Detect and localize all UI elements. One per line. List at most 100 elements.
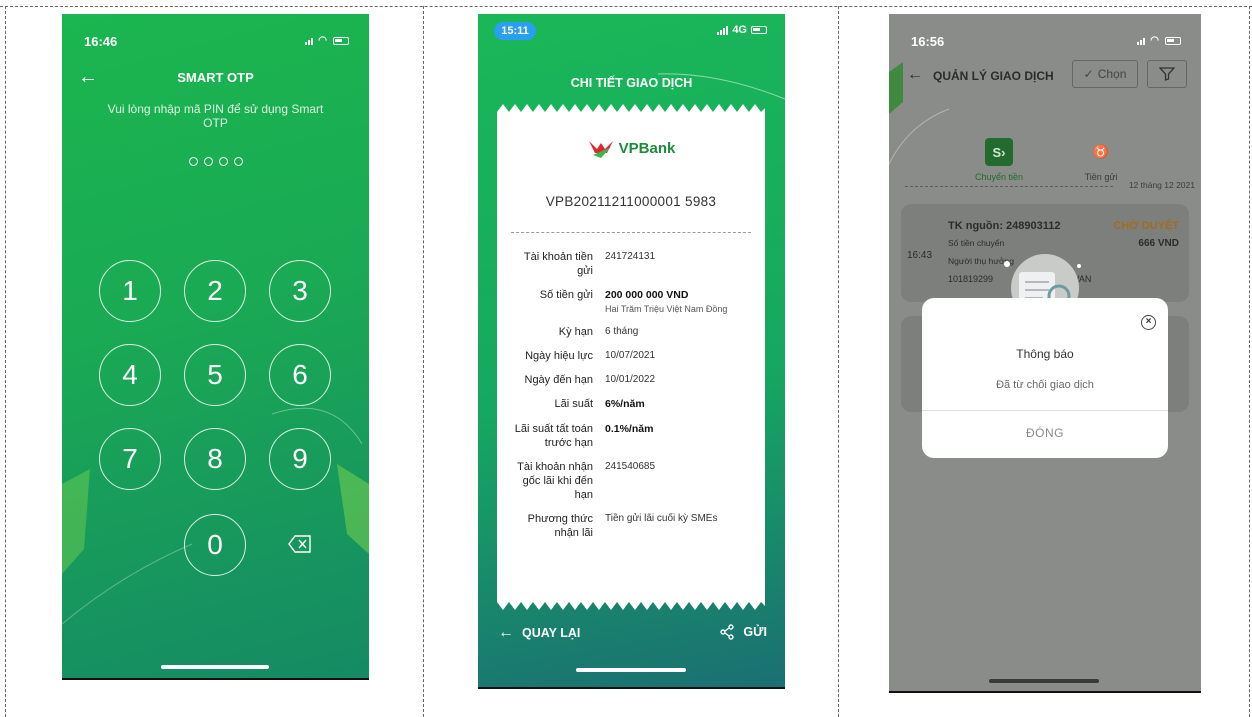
row-label: Lãi suất tất toán trước hạn [514, 423, 593, 449]
date-separator [905, 186, 1113, 187]
battery-icon [333, 36, 349, 45]
row-label: Ngày đến hạn [524, 374, 594, 386]
keypad-key-5[interactable]: 5 [184, 344, 246, 406]
keypad-key-7[interactable]: 7 [99, 428, 161, 490]
network-type: 4G [732, 24, 747, 36]
row-label: Số tiền gửi [539, 289, 593, 301]
row-value: 10/07/2021 [605, 350, 656, 361]
piggy-bank-icon: ♉ [1092, 144, 1110, 159]
table-column-border [1249, 6, 1250, 717]
transaction-receipt: VPBank VPB20211211000001 5983 Tài khoản … [497, 112, 765, 602]
signal-icon [717, 25, 729, 35]
keypad-key-2[interactable]: 2 [184, 260, 246, 322]
pin-dots [62, 157, 369, 166]
status-icons: ◠ [1137, 35, 1181, 46]
keypad-key-0[interactable]: 0 [184, 514, 246, 576]
notification-dialog: × Thông báo Đã từ chối giao dịch ĐÓNG [922, 298, 1168, 458]
detail-row: Ngày đến hạn 10/01/2022 [505, 373, 757, 387]
row-value: 241540685 [605, 461, 656, 472]
row-value: 6%/năm [605, 398, 645, 410]
back-arrow-icon: ← [498, 624, 514, 641]
home-indicator [576, 668, 686, 672]
row-value: 200 000 000 VND [605, 289, 689, 301]
row-value-group: 6%/năm [605, 397, 757, 412]
keypad-key-9[interactable]: 9 [269, 428, 331, 490]
detail-row: Ngày hiệu lực 10/07/2021 [505, 349, 757, 363]
transfer-icon: S› [985, 138, 1013, 166]
transaction-id: VPB20211211000001 5983 [545, 194, 717, 209]
back-button[interactable]: ← QUAY LẠI [498, 624, 580, 642]
receipt-edge-top [497, 104, 765, 112]
send-button[interactable]: GỬI [719, 624, 767, 640]
row-subvalue: Hai Trăm Triệu Việt Nam Đồng [605, 304, 728, 314]
keypad-key-4[interactable]: 4 [99, 344, 161, 406]
wifi-icon: ◠ [1150, 35, 1160, 46]
select-label: Chọn [1097, 67, 1127, 81]
status-time: 16:56 [911, 34, 945, 49]
bank-logo: VPBank [497, 126, 765, 170]
tab-label: Chuyển tiền [974, 172, 1024, 182]
check-icon: ✓ [1083, 67, 1094, 81]
divider [62, 678, 369, 680]
backspace-icon[interactable] [288, 535, 312, 553]
battery-icon [751, 26, 767, 34]
row-value: 241724131 [605, 251, 656, 262]
send-label: GỬI [743, 625, 767, 639]
detail-row: Số tiền gửi 200 000 000 VND Hai Trăm Tri… [505, 288, 757, 315]
row-label: Phương thức nhận lãi [527, 513, 593, 539]
row-value: 6 tháng [605, 326, 639, 337]
dialog-title: Thông báo [1016, 347, 1074, 361]
dashed-divider [511, 232, 751, 233]
keypad-key-1[interactable]: 1 [99, 260, 161, 322]
keypad-key-6[interactable]: 6 [269, 344, 331, 406]
source-account: TK nguồn: 248903112 [948, 220, 1061, 232]
pin-dot [218, 157, 228, 166]
receipt-edge-bottom [497, 602, 765, 610]
row-value-group: 0.1%/năm [605, 422, 757, 450]
table-column-border [423, 6, 424, 717]
page-title: CHI TIẾT GIAO DỊCH [570, 76, 693, 90]
status-icons: 4G [717, 24, 767, 36]
row-label: Kỳ hạn [558, 326, 593, 338]
back-arrow-icon[interactable]: ← [907, 66, 923, 84]
back-label: QUAY LẠI [522, 626, 581, 640]
status-time: 16:46 [84, 34, 118, 49]
row-value: Tiền gửi lãi cuối kỳ SMEs [605, 513, 718, 524]
keypad-key-3[interactable]: 3 [269, 260, 331, 322]
status-badge: CHỜ DUYỆT [1113, 220, 1179, 232]
battery-icon [1165, 36, 1181, 45]
filter-button[interactable] [1147, 60, 1187, 88]
divider [889, 691, 1201, 693]
status-icons: ◠ [305, 35, 349, 46]
pin-instruction: Vui lòng nhập mã PIN để sử dụng Smart OT… [107, 102, 324, 130]
wifi-icon: ◠ [318, 35, 328, 46]
vpbank-logo-icon [588, 141, 613, 158]
amount-value: 666 VND [1138, 238, 1179, 249]
detail-row: Lãi suất tất toán trước hạn 0.1%/năm [505, 422, 757, 450]
row-value: 10/01/2022 [605, 374, 656, 385]
detail-row: Phương thức nhận lãi Tiền gửi lãi cuối k… [505, 512, 757, 540]
filter-icon [1159, 67, 1175, 81]
detail-rows: Tài khoản tiền gửi 241724131 Số tiền gửi… [505, 250, 757, 550]
bank-logo-text: VPBank [618, 139, 676, 157]
pin-dot [188, 157, 198, 166]
home-indicator [161, 665, 269, 669]
transaction-management-screen: 16:56 ◠ ← QUẢN LÝ GIAO DỊCH ✓ Chọn S› Ch… [889, 14, 1201, 691]
tab-transfer[interactable]: S› Chuyển tiền [969, 138, 1029, 182]
share-icon [720, 624, 735, 640]
row-label: Lãi suất [554, 398, 593, 410]
close-icon[interactable]: × [1141, 315, 1156, 330]
table-top-border [0, 6, 1252, 7]
date-label: 12 tháng 12 2021 [1128, 180, 1195, 190]
signal-icon [305, 36, 314, 45]
table-column-border [838, 6, 839, 717]
row-label: Tài khoản tiền gửi [523, 251, 593, 277]
close-button[interactable]: ĐÓNG [922, 426, 1168, 440]
select-button[interactable]: ✓ Chọn [1072, 60, 1138, 88]
tab-label: Tiền gửi [1084, 172, 1118, 182]
detail-row: Tài khoản tiền gửi 241724131 [505, 250, 757, 278]
dialog-divider [922, 410, 1168, 411]
keypad-key-8[interactable]: 8 [184, 428, 246, 490]
tab-deposit[interactable]: ♉ Tiền gửi [1071, 138, 1131, 182]
row-label: Ngày hiệu lực [525, 350, 593, 362]
